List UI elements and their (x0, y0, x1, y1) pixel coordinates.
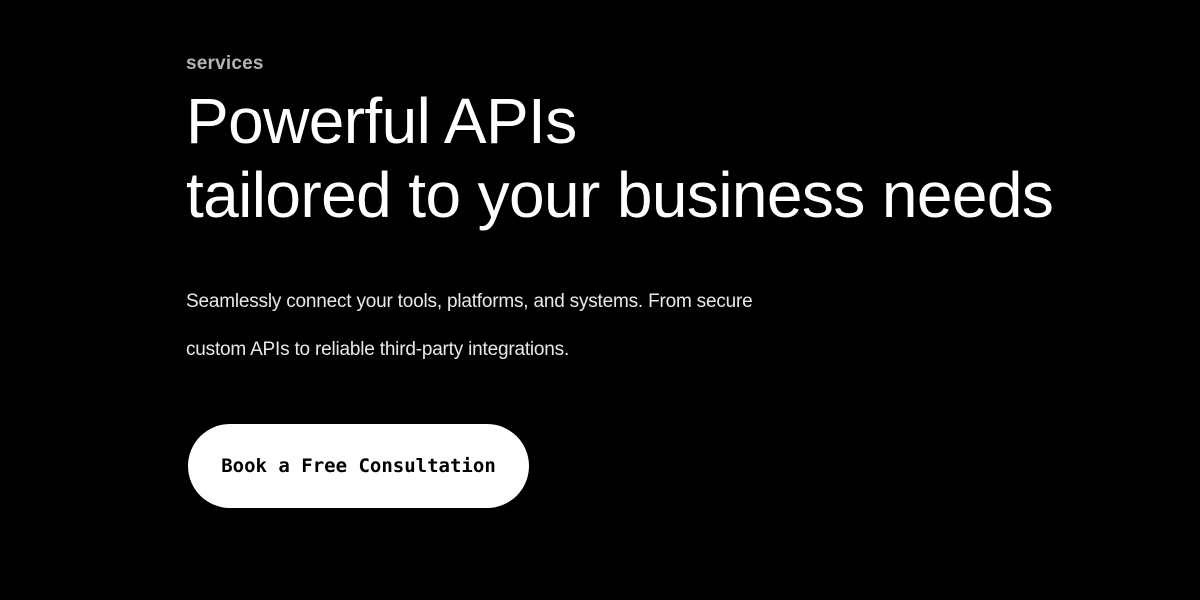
hero-headline: Powerful APIs tailored to your business … (186, 84, 1054, 232)
hero-description-line-2: custom APIs to reliable third-party inte… (186, 339, 570, 360)
section-eyebrow: services (186, 53, 264, 74)
services-hero: services Powerful APIs tailored to your … (0, 0, 1200, 600)
book-consultation-button[interactable]: Book a Free Consultation (188, 424, 529, 508)
hero-description-line-1: Seamlessly connect your tools, platforms… (186, 291, 753, 312)
hero-headline-line-1: Powerful APIs (186, 85, 577, 157)
hero-description: Seamlessly connect your tools, platforms… (186, 278, 826, 374)
hero-headline-line-2: tailored to your business needs (186, 159, 1054, 231)
